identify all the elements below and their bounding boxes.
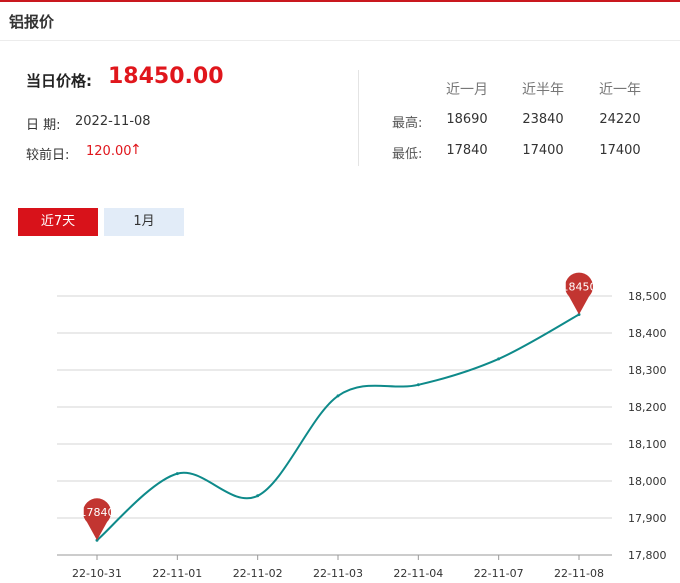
x-tick-label: 22-10-31 [72, 567, 122, 580]
y-tick-label: 18,500 [628, 290, 667, 303]
x-tick-label: 22-11-03 [313, 567, 363, 580]
stats-header-halfyear: 近半年 [522, 82, 564, 98]
x-tick-label: 22-11-02 [233, 567, 283, 580]
x-tick-label: 22-11-07 [474, 567, 524, 580]
x-tick-label: 22-11-04 [393, 567, 443, 580]
y-tick-label: 18,100 [628, 438, 667, 451]
y-tick-label: 18,200 [628, 401, 667, 414]
data-point [336, 394, 340, 398]
marker-pin-label: 18450 [562, 281, 597, 294]
stats-high-month: 18690 [446, 112, 488, 127]
data-point [175, 472, 179, 476]
stats-low-year: 17400 [599, 143, 641, 158]
marker-pin-shape [83, 498, 111, 541]
y-tick-label: 17,900 [628, 512, 667, 525]
marker-pin-shape [565, 272, 593, 315]
stats-header-year: 近一年 [599, 82, 641, 98]
stats-low-month: 17840 [446, 143, 488, 158]
today-price-value: 18450.00 [108, 64, 224, 89]
marker-pin: 17840 [80, 498, 115, 541]
stats-high-halfyear: 23840 [522, 112, 564, 127]
summary-divider [358, 70, 359, 166]
date-value: 2022-11-08 [75, 114, 151, 129]
panel-title: 铝报价 [9, 13, 55, 31]
date-label: 日 期: [26, 118, 61, 133]
up-arrow-icon: ↑ [130, 142, 142, 158]
y-tick-label: 18,000 [628, 475, 667, 488]
stats-low-halfyear: 17400 [522, 143, 564, 158]
y-tick-label: 18,400 [628, 327, 667, 340]
change-value: 120.00 [86, 144, 132, 159]
change-label: 较前日: [26, 148, 70, 163]
y-tick-label: 17,800 [628, 549, 667, 562]
x-tick-label: 22-11-01 [152, 567, 202, 580]
data-point [416, 383, 420, 387]
marker-pin: 18450 [562, 272, 597, 315]
panel-header: 铝报价 [0, 2, 680, 41]
tab-7-days[interactable]: 近7天 [18, 208, 98, 236]
stats-high-label: 最高: [392, 116, 423, 131]
stats-low-label: 最低: [392, 147, 423, 162]
marker-pin-label: 17840 [80, 506, 115, 519]
stats-high-year: 24220 [599, 112, 641, 127]
price-line-chart: 17,800 17,900 18,000 18,100 18,200 18,300 18,4… [57, 272, 667, 580]
stats-header-month: 近一月 [446, 82, 488, 98]
data-point [497, 357, 501, 361]
y-tick-label: 18,300 [628, 364, 667, 377]
data-point [256, 494, 260, 498]
x-tick-label: 22-11-08 [554, 567, 604, 580]
tab-1-month[interactable]: 1月 [104, 208, 184, 236]
series-line [96, 313, 580, 541]
today-price-label: 当日价格: [26, 72, 92, 90]
